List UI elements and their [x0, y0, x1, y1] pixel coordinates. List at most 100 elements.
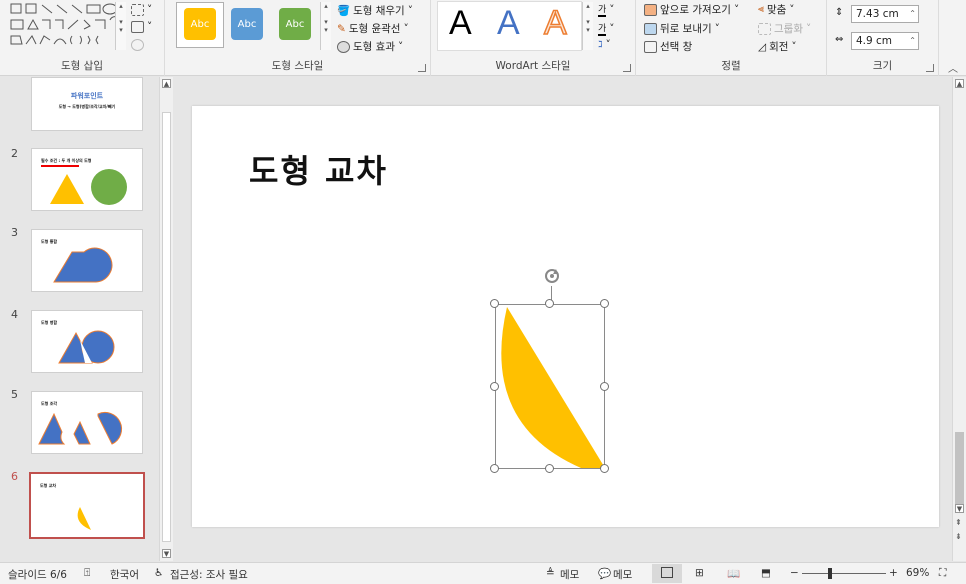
normal-view-button[interactable]	[652, 564, 682, 583]
zoom-in-button[interactable]: +	[889, 567, 898, 579]
slide-canvas[interactable]: 도형 교차	[192, 106, 939, 527]
accessibility-icon[interactable]: ♿	[154, 567, 163, 579]
shape-fill-button[interactable]: 🪣 도형 채우기 ˅	[337, 3, 413, 18]
group-label: 크기	[872, 60, 893, 72]
group-size: ⇕ 7.43 cm ⌃ ⇔ 4.9 cm ⌃ 크기	[827, 0, 939, 76]
slide-indicator: 슬라이드 6/6	[8, 569, 67, 581]
rotate-icon: ◿	[758, 40, 767, 53]
pen-icon: ✎	[337, 22, 346, 35]
align-button[interactable]: ⫷ 맞춤 ˅	[758, 2, 795, 17]
text-fill-icon: 가	[598, 2, 607, 17]
paint-bucket-icon: 🪣	[337, 5, 351, 17]
accessibility-status[interactable]: 접근성: 조사 필요	[170, 567, 248, 582]
resize-handle-right[interactable]	[600, 382, 609, 391]
zoom-out-button[interactable]: −	[790, 567, 799, 579]
slideshow-icon[interactable]: ⬒	[761, 567, 771, 579]
next-slide-icon[interactable]: ⇟	[955, 532, 962, 541]
send-backward-button[interactable]: 뒤로 보내기 ˅	[644, 21, 720, 36]
scroll-track[interactable]	[162, 112, 171, 542]
group-insert-shapes: ▴ ▾ ▾ ˅ ˅ 도형 삽입	[0, 0, 165, 76]
slide-sorter-icon[interactable]: ⊞	[695, 567, 704, 579]
wordart-more[interactable]: ▴ ▾ ▾	[582, 2, 593, 50]
thumbnail-slide-4[interactable]: 도형 병합	[31, 310, 143, 373]
text-effects-icon: ℷ	[598, 40, 603, 50]
wordart-orange-outline[interactable]: A	[543, 3, 567, 43]
style-swatch-orange[interactable]: Abc	[184, 8, 216, 40]
group-label: 도형 스타일	[271, 60, 324, 72]
text-box-button[interactable]: ˅	[131, 21, 152, 33]
merge-shapes-button[interactable]	[131, 39, 144, 51]
language-status[interactable]: 한국어	[110, 567, 139, 582]
thumbnail-combine-shape	[58, 330, 115, 364]
resize-handle-left[interactable]	[490, 382, 499, 391]
spin-arrows-icon[interactable]: ⌃	[909, 6, 916, 22]
scroll-down-icon[interactable]: ▼	[162, 549, 171, 558]
group-wordart: A A A ▴ ▾ ▾ 가 ˅ 가 ˅ ℷ ˅ WordArt 스타일	[431, 0, 636, 76]
thumbnail-subtitle: 도형 → 도형(병합/조각/교차/빼기	[58, 104, 116, 109]
text-fill-button[interactable]: 가 ˅	[598, 2, 615, 17]
editor-scrollbar[interactable]: ▲ ▼ ⇞ ⇟	[952, 77, 966, 561]
fit-to-window-icon[interactable]: ⛶	[939, 567, 946, 580]
shape-effects-button[interactable]: 도형 효과 ˅	[337, 39, 403, 54]
text-effects-button[interactable]: ℷ ˅	[598, 39, 611, 51]
comments-button[interactable]: 메모	[613, 567, 632, 582]
group-button[interactable]: 그룹화 ˅	[758, 21, 811, 36]
powerpoint-window: ▴ ▾ ▾ ˅ ˅ 도형 삽입 Abc Abc Abc ▴ ▾ ▾ 🪣 도형 채우기 ˅ …	[0, 0, 966, 584]
zoom-slider[interactable]	[802, 568, 886, 579]
style-swatch-blue[interactable]: Abc	[231, 8, 263, 40]
resize-handle-top-right[interactable]	[600, 299, 609, 308]
wordart-blue[interactable]: A	[497, 4, 520, 43]
resize-handle-top-left[interactable]	[490, 299, 499, 308]
thumbnail-slide-6[interactable]: 도형 교차	[29, 472, 145, 539]
height-input[interactable]: 7.43 cm ⌃	[851, 5, 919, 23]
spin-arrows-icon[interactable]: ⌃	[909, 33, 916, 49]
bring-forward-button[interactable]: 앞으로 가져오기 ˅	[644, 2, 739, 17]
thumbnail-slide-1[interactable]: 파워포인트 도형 → 도형(병합/조각/교차/빼기	[31, 77, 143, 131]
edit-shape-button[interactable]: ˅	[131, 4, 152, 16]
slide-title[interactable]: 도형 교차	[249, 146, 388, 192]
merge-shapes-icon	[131, 39, 144, 51]
rotate-button[interactable]: ◿ 회전 ˅	[758, 39, 797, 54]
scroll-up-icon[interactable]: ▲	[955, 79, 964, 88]
scroll-up-icon[interactable]: ▲	[162, 79, 171, 88]
resize-handle-top[interactable]	[545, 299, 554, 308]
ribbon: ▴ ▾ ▾ ˅ ˅ 도형 삽입 Abc Abc Abc ▴ ▾ ▾ 🪣 도형 채우기 ˅ …	[0, 0, 966, 76]
text-outline-button[interactable]: 가 ˅	[598, 21, 615, 36]
shapes-gallery[interactable]	[10, 2, 128, 52]
thumbnails-scrollbar[interactable]: ▲ ▼	[159, 77, 173, 561]
style-swatch-green[interactable]: Abc	[279, 8, 311, 40]
zoom-slider-thumb[interactable]	[828, 568, 832, 579]
spell-check-icon[interactable]: ⍐	[84, 567, 90, 580]
width-input[interactable]: 4.9 cm ⌃	[851, 32, 919, 50]
slide-thumbnails-pane: 파워포인트 도형 → 도형(병합/조각/교차/빼기 2 필수 조건 : 두 개 …	[0, 77, 176, 561]
group-icon	[758, 22, 771, 35]
collapse-ribbon-icon[interactable]: ︿	[948, 60, 958, 75]
resize-handle-bottom[interactable]	[545, 464, 554, 473]
zoom-level[interactable]: 69%	[906, 567, 929, 579]
shape-effects-icon	[337, 40, 350, 53]
thumbnail-slide-3[interactable]: 도형 통합	[31, 229, 143, 292]
selection-pane-button[interactable]: 선택 창	[644, 39, 692, 54]
thumbnail-fragment-shapes	[38, 411, 123, 445]
comments-icon[interactable]: 💬	[598, 567, 611, 580]
scroll-thumb[interactable]	[955, 432, 964, 510]
shapes-gallery-more[interactable]: ▴ ▾ ▾	[115, 2, 126, 50]
normal-view-icon	[661, 567, 673, 578]
scroll-down-icon[interactable]: ▼	[955, 504, 964, 513]
resize-handle-bottom-right[interactable]	[600, 464, 609, 473]
reading-view-icon[interactable]: 📖	[727, 567, 740, 580]
rotate-handle-icon[interactable]	[542, 266, 562, 286]
previous-slide-icon[interactable]: ⇞	[955, 518, 962, 527]
notes-button[interactable]: 메모	[560, 567, 579, 582]
thumbnail-title: 파워포인트	[70, 92, 104, 100]
resize-handle-bottom-left[interactable]	[490, 464, 499, 473]
thumbnail-number: 2	[11, 147, 18, 160]
shape-outline-button[interactable]: ✎ 도형 윤곽선 ˅	[337, 21, 409, 36]
notes-icon[interactable]: ≜	[546, 567, 555, 579]
wordart-black[interactable]: A	[449, 4, 472, 43]
bring-forward-icon	[644, 3, 657, 16]
thumbnail-slide-2[interactable]: 필수 조건 : 두 개 이상의 도형	[31, 148, 143, 211]
thumbnail-slide-5[interactable]: 도형 조각	[31, 391, 143, 454]
shape-styles-more[interactable]: ▴ ▾ ▾	[320, 2, 331, 50]
slide-editor: 도형 교차 ▲ ▼ ⇞ ⇟	[176, 77, 966, 561]
